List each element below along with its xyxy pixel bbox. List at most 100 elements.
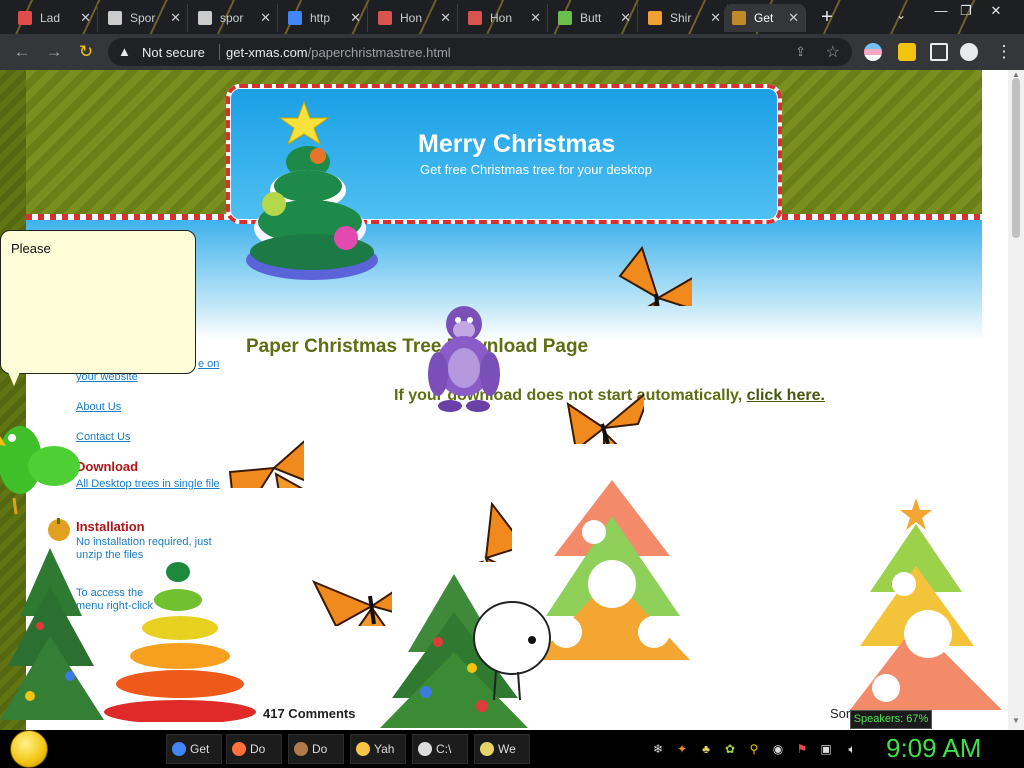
tab-3[interactable]: http ✕ <box>280 4 368 32</box>
forward-icon[interactable]: → <box>44 42 64 62</box>
tab-title: Hon <box>490 11 513 25</box>
tab-2[interactable]: spor ✕ <box>190 4 278 32</box>
sidebar-link-contact[interactable]: Contact Us <box>76 431 130 443</box>
speech-bubble: Please <box>0 230 196 374</box>
profile-flag-icon[interactable] <box>864 43 882 61</box>
taskbar-item[interactable]: Do <box>226 734 282 764</box>
tab-title: Spor <box>130 11 156 25</box>
taskbar-app-icon <box>480 742 494 756</box>
paper-tree-icon <box>534 480 690 660</box>
menu-icon[interactable]: ⋮ <box>994 42 1014 62</box>
sidebar-link-all-trees[interactable]: All Desktop trees in single file <box>76 478 224 491</box>
taskbar-item[interactable]: C:\ <box>412 734 468 764</box>
taskbar-app-icon <box>418 742 432 756</box>
reload-icon[interactable]: ↻ <box>76 42 96 62</box>
scroll-thumb[interactable] <box>1012 78 1020 238</box>
tab-1[interactable]: Spor ✕ <box>100 4 188 32</box>
taskbar-item[interactable]: Do <box>288 734 344 764</box>
butterfly-icon <box>618 246 692 306</box>
close-tab-icon[interactable]: ✕ <box>260 10 271 26</box>
close-tab-icon[interactable]: ✕ <box>440 10 451 26</box>
back-icon[interactable]: ← <box>12 42 32 62</box>
address-bar[interactable]: ▲ Not secure get-xmas.com/paperchristmas… <box>108 38 852 66</box>
banner-subtitle: Get free Christmas tree for your desktop <box>420 162 652 177</box>
tray-app-icon[interactable]: ✿ <box>722 741 738 757</box>
taskbar-app-icon <box>356 742 370 756</box>
taskbar-item-label: We <box>498 742 516 756</box>
tab-4[interactable]: Hon ✕ <box>370 4 458 32</box>
sidebar-link-about[interactable]: About Us <box>76 401 121 413</box>
minimize-icon[interactable]: — <box>930 2 952 20</box>
click-here-link[interactable]: click here. <box>747 387 825 404</box>
extensions-icon[interactable] <box>898 43 916 61</box>
close-tab-icon[interactable]: ✕ <box>788 10 799 26</box>
close-tab-icon[interactable]: ✕ <box>170 10 181 26</box>
butterfly-icon <box>228 440 304 488</box>
tab-search-icon[interactable]: ⌄ <box>896 8 906 22</box>
sidebar-link-partial[interactable]: e on <box>198 358 219 370</box>
close-tab-icon[interactable]: ✕ <box>350 10 361 26</box>
magnifier-tray-icon[interactable]: ⚲ <box>746 741 762 757</box>
tab-title: Lad <box>40 11 61 25</box>
url-text[interactable]: get-xmas.com/paperchristmastree.html <box>226 45 451 60</box>
bank-icon <box>108 11 122 25</box>
close-tab-icon[interactable]: ✕ <box>710 10 721 26</box>
snowflake-icon[interactable]: ❄ <box>650 741 666 757</box>
clock[interactable]: 9:09 AM <box>886 733 981 764</box>
new-tab-button[interactable]: + <box>816 6 838 28</box>
share-icon[interactable]: ⇪ <box>795 44 806 60</box>
network-icon[interactable]: ▣ <box>818 741 834 757</box>
taskbar-item[interactable]: Yah <box>350 734 406 764</box>
bank-icon <box>198 11 212 25</box>
butterfly-icon <box>566 393 644 444</box>
download-heading: Download <box>76 459 139 474</box>
butterfly-tray-icon[interactable]: ✦ <box>674 741 690 757</box>
cartoon-character-icon <box>473 601 551 701</box>
tray-app-icon[interactable]: ◉ <box>770 741 786 757</box>
url-path: /paperchristmastree.html <box>307 45 451 60</box>
record-icon <box>378 11 392 25</box>
restore-icon[interactable]: ❐ <box>955 2 977 20</box>
flag-tray-icon[interactable]: ⚑ <box>794 741 810 757</box>
tab-title: http <box>310 11 331 25</box>
tab-8[interactable]: Get ✕ <box>724 4 806 32</box>
close-window-icon[interactable]: ✕ <box>985 2 1007 20</box>
close-tab-icon[interactable]: ✕ <box>80 10 91 26</box>
installation-icon <box>48 518 70 541</box>
sidepanel-icon[interactable] <box>930 43 948 61</box>
tab-title: Butt <box>580 11 602 25</box>
taskbar-item-label: Do <box>312 742 328 756</box>
tab-0[interactable]: Lad ✕ <box>10 4 98 32</box>
installation-heading: Installation <box>76 519 145 534</box>
rainbow-icon <box>648 11 662 25</box>
close-tab-icon[interactable]: ✕ <box>530 10 541 26</box>
tab-7[interactable]: Shir ✕ <box>640 4 728 32</box>
address-divider <box>219 44 220 60</box>
christmas-tree-icon <box>0 548 104 720</box>
security-label: Not secure <box>142 45 205 60</box>
taskbar: Get Do Do Yah C:\ We ❄ ✦ ♣ ✿ ⚲ ◉ ⚑ ▣ 🔈︎ 9:09 … <box>0 730 1024 768</box>
speaker-icon[interactable]: 🔈︎ <box>844 741 860 757</box>
warning-icon: ▲ <box>118 44 131 59</box>
tab-title: spor <box>220 11 244 25</box>
spiral-tree-icon <box>104 562 256 722</box>
avatar[interactable] <box>960 43 978 61</box>
browser-toolbar: ← → ↻ ▲ Not secure get-xmas.com/paperchr… <box>0 34 1024 70</box>
taskbar-item[interactable]: We <box>474 734 530 764</box>
taskbar-item[interactable]: Get <box>166 734 222 764</box>
tab-title: Shir <box>670 11 692 25</box>
tab-5[interactable]: Hon ✕ <box>460 4 548 32</box>
tab-strip: Lad ✕ Spor ✕ spor ✕ http ✕ Hon ✕ Hon ✕ Butt ✕ Shir ✕ Get… <box>0 0 1024 34</box>
scroll-down-icon[interactable]: ▼ <box>1012 716 1020 725</box>
tray-app-icon[interactable]: ♣ <box>698 741 714 757</box>
purple-gorilla-icon <box>428 306 500 412</box>
close-tab-icon[interactable]: ✕ <box>620 10 631 26</box>
bookmark-star-icon[interactable]: ☆ <box>826 42 840 62</box>
tree-icon <box>732 11 746 25</box>
page-scrollbar[interactable]: ▲ ▼ <box>1008 70 1024 730</box>
parrot-icon <box>0 426 80 515</box>
tab-title: Hon <box>400 11 423 25</box>
tab-6[interactable]: Butt ✕ <box>550 4 638 32</box>
bubble-text: Please <box>11 241 51 256</box>
start-smiley-icon[interactable] <box>10 730 48 768</box>
